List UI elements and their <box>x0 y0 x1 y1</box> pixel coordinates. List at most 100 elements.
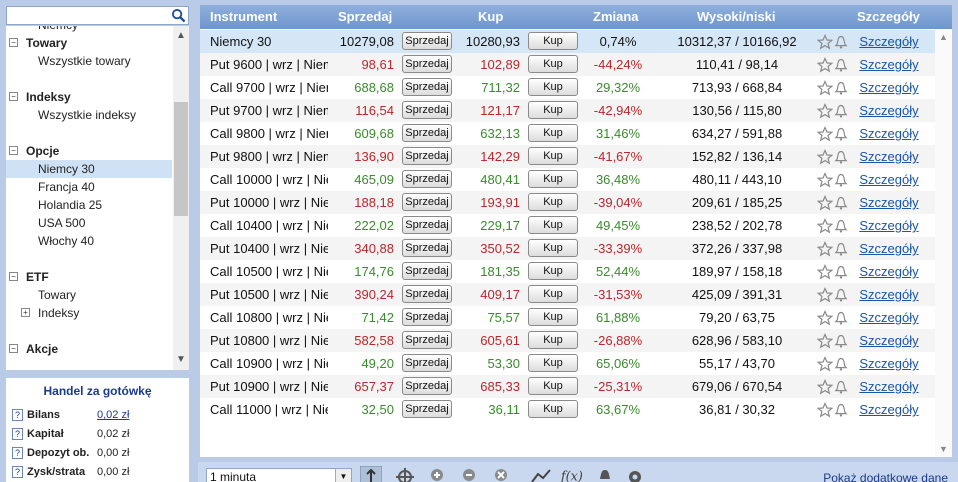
sell-button[interactable]: Sprzedaj <box>402 170 452 188</box>
star-icon[interactable] <box>817 33 833 50</box>
instrument-name[interactable]: Niemcy 30 <box>210 30 328 53</box>
sell-button[interactable]: Sprzedaj <box>402 308 452 326</box>
sell-button[interactable]: Sprzedaj <box>402 101 452 119</box>
tree-item[interactable]: Wszystkie indeksy <box>6 106 172 124</box>
header-change[interactable]: Zmiana <box>593 5 639 29</box>
table-row[interactable]: Call 10900 | wrz | Niemcy 30 49,20 Sprzeda… <box>200 352 935 375</box>
details-link[interactable]: Szczegóły <box>859 287 918 302</box>
instrument-name[interactable]: Call 9700 | wrz | Niemcy 30 <box>210 76 328 99</box>
bell-icon[interactable] <box>833 379 849 395</box>
sell-button[interactable]: Sprzedaj <box>402 377 452 395</box>
star-icon[interactable] <box>817 332 833 349</box>
bell-icon[interactable] <box>833 287 849 303</box>
pin-icon[interactable] <box>360 466 382 482</box>
instrument-name[interactable]: Put 9700 | wrz | Niemcy 30 <box>210 99 328 122</box>
table-row[interactable]: Call 10400 | wrz | Niemcy 30 222,02 Sprzed… <box>200 214 935 237</box>
star-icon[interactable] <box>817 56 833 73</box>
sell-button[interactable]: Sprzedaj <box>402 331 452 349</box>
details-link[interactable]: Szczegóły <box>859 379 918 394</box>
instrument-name[interactable]: Put 9600 | wrz | Niemcy 30 <box>210 53 328 76</box>
bell-icon[interactable] <box>833 310 849 326</box>
header-buy[interactable]: Kup <box>478 5 503 29</box>
details-link[interactable]: Szczegóły <box>859 149 918 164</box>
search-input[interactable] <box>6 6 189 25</box>
collapse-icon[interactable]: − <box>9 272 18 282</box>
table-row[interactable]: Call 9700 | wrz | Niemcy 30 688,68 Sprzeda… <box>200 76 935 99</box>
table-row[interactable]: Call 10800 | wrz | Niemcy 30 71,42 Sprzeda… <box>200 306 935 329</box>
bell-icon[interactable] <box>833 57 849 73</box>
instrument-name[interactable]: Call 11000 | wrz | Niemcy 30 <box>210 398 328 421</box>
gear-icon[interactable] <box>624 466 646 482</box>
star-icon[interactable] <box>817 309 833 326</box>
details-link[interactable]: Szczegóły <box>859 57 918 72</box>
scroll-thumb[interactable] <box>174 102 188 216</box>
bell-icon[interactable] <box>833 356 849 372</box>
sell-button[interactable]: Sprzedaj <box>402 55 452 73</box>
table-row[interactable]: Call 10500 | wrz | Niemcy 30 174,76 Sprzed… <box>200 260 935 283</box>
details-link[interactable]: Szczegóły <box>859 402 918 417</box>
star-icon[interactable] <box>817 148 833 165</box>
bell-icon[interactable] <box>833 195 849 211</box>
buy-button[interactable]: Kup <box>528 331 578 349</box>
bell-icon[interactable] <box>833 126 849 142</box>
tree-scrollbar[interactable]: ▲ ▼ <box>173 26 189 370</box>
instrument-name[interactable]: Put 10800 | wrz | Niemcy 30 <box>210 329 328 352</box>
crosshair-icon[interactable] <box>394 466 416 482</box>
tree-item[interactable]: Włochy 40 <box>6 232 172 250</box>
table-row[interactable]: Call 10000 | wrz | Niemcy 30 465,09 Sprzed… <box>200 168 935 191</box>
details-link[interactable]: Szczegóły <box>859 356 918 371</box>
sell-button[interactable]: Sprzedaj <box>402 124 452 142</box>
table-row[interactable]: Put 9600 | wrz | Niemcy 30 98,61 Sprzedaj 1… <box>200 53 935 76</box>
tree-group[interactable]: − Akcje <box>6 340 172 358</box>
star-icon[interactable] <box>817 171 833 188</box>
details-link[interactable]: Szczegóły <box>859 264 918 279</box>
grid-scrollbar[interactable]: ▲ ▼ <box>935 29 952 457</box>
bell-icon[interactable] <box>833 402 849 418</box>
tree-item[interactable]: Towary <box>6 286 172 304</box>
star-icon[interactable] <box>817 401 833 418</box>
star-icon[interactable] <box>817 125 833 142</box>
star-icon[interactable] <box>817 355 833 372</box>
star-icon[interactable] <box>817 378 833 395</box>
header-sell[interactable]: Sprzedaj <box>338 5 392 29</box>
tree-item[interactable]: Niemcy <box>6 26 172 34</box>
buy-button[interactable]: Kup <box>528 170 578 188</box>
scroll-up-icon[interactable]: ▲ <box>173 28 189 44</box>
sell-button[interactable]: Sprzedaj <box>402 285 452 303</box>
details-link[interactable]: Szczegóły <box>859 126 918 141</box>
chevron-down-icon[interactable]: ▼ <box>335 469 351 482</box>
details-link[interactable]: Szczegóły <box>859 241 918 256</box>
details-link[interactable]: Szczegóły <box>859 172 918 187</box>
tree-item[interactable]: Wszystkie towary <box>6 52 172 70</box>
help-icon[interactable]: ? <box>12 428 23 441</box>
scroll-down-icon[interactable]: ▼ <box>935 441 952 457</box>
instrument-name[interactable]: Put 10500 | wrz | Niemcy 30 <box>210 283 328 306</box>
star-icon[interactable] <box>817 263 833 280</box>
buy-button[interactable]: Kup <box>528 193 578 211</box>
table-row[interactable]: Put 10400 | wrz | Niemcy 30 340,88 Sprzeda… <box>200 237 935 260</box>
details-link[interactable]: Szczegóły <box>859 103 918 118</box>
buy-button[interactable]: Kup <box>528 239 578 257</box>
details-link[interactable]: Szczegóły <box>859 34 918 49</box>
tree-group[interactable]: − Towary <box>6 34 172 52</box>
details-link[interactable]: Szczegóły <box>859 310 918 325</box>
buy-button[interactable]: Kup <box>528 78 578 96</box>
star-icon[interactable] <box>817 286 833 303</box>
star-icon[interactable] <box>817 102 833 119</box>
sell-button[interactable]: Sprzedaj <box>402 354 452 372</box>
help-icon[interactable]: ? <box>12 409 23 422</box>
tree-item[interactable]: USA 500 <box>6 214 172 232</box>
scroll-down-icon[interactable]: ▼ <box>173 352 189 368</box>
bell-icon[interactable] <box>833 34 849 50</box>
bell-icon[interactable] <box>833 103 849 119</box>
expand-icon[interactable]: + <box>21 308 30 318</box>
bell-icon[interactable] <box>833 264 849 280</box>
tree-item[interactable]: Niemcy 30 <box>6 160 172 178</box>
table-row[interactable]: Niemcy 30 10279,08 Sprzedaj 10280,93 Kup 0,74… <box>200 30 935 53</box>
buy-button[interactable]: Kup <box>528 32 578 50</box>
star-icon[interactable] <box>817 194 833 211</box>
table-row[interactable]: Call 9800 | wrz | Niemcy 30 609,68 Sprzeda… <box>200 122 935 145</box>
sell-button[interactable]: Sprzedaj <box>402 78 452 96</box>
sell-button[interactable]: Sprzedaj <box>402 193 452 211</box>
tree-item[interactable]: Francja 40 <box>6 178 172 196</box>
